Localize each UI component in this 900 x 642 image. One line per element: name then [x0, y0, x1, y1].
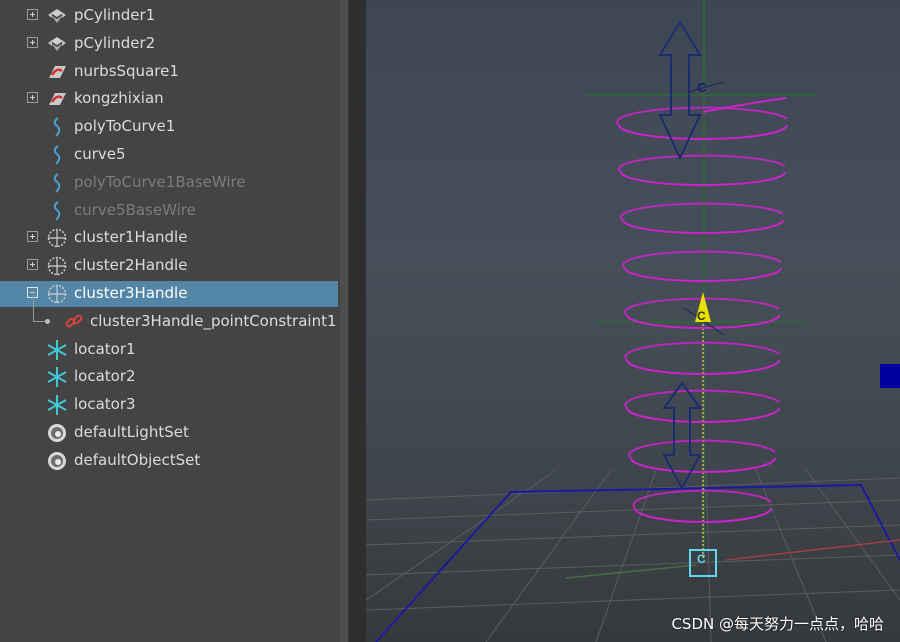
helix-loop-front [624, 267, 782, 282]
outliner-item-label: polyToCurve1BaseWire [74, 172, 246, 191]
cluster-icon [46, 283, 68, 305]
outliner-item[interactable]: nurbsSquare1 [0, 59, 338, 85]
outliner-item[interactable]: pCylinder2 [0, 31, 338, 57]
expand-icon[interactable] [27, 9, 38, 20]
cluster1-handle-label[interactable]: C [697, 80, 707, 95]
locator-icon [46, 339, 68, 361]
nurbs-surface-icon [46, 61, 68, 83]
outliner-item[interactable]: locator1 [0, 337, 338, 363]
viewport-3d[interactable]: C C C [366, 0, 900, 642]
watermark: CSDN @每天努力一点点，哈哈 [671, 615, 884, 633]
outliner-item-label: defaultLightSet [74, 423, 189, 441]
cluster2-handle-label[interactable]: C [697, 552, 706, 566]
cluster-icon [46, 255, 68, 277]
expand-icon[interactable] [27, 259, 38, 271]
x-axis-line [725, 539, 900, 561]
helix-loop-front [622, 219, 784, 234]
set-icon [46, 422, 68, 444]
helix-loop-front [618, 124, 788, 140]
cluster-icon [46, 227, 68, 249]
locator-icon [46, 394, 68, 416]
panel-splitter[interactable] [340, 0, 366, 642]
expand-icon[interactable] [27, 92, 38, 104]
outliner-item-label: kongzhixian [74, 89, 164, 108]
outliner-item-label: cluster1Handle [74, 228, 188, 247]
outliner-panel: pCylinder1 pCylinder2 nurbsSquare1 kongzhix… [0, 0, 340, 642]
set-icon [46, 450, 68, 472]
expand-icon[interactable] [27, 36, 38, 48]
outliner-item[interactable]: kongzhixian [0, 86, 338, 112]
outliner-item[interactable]: polyToCurve1 [0, 114, 338, 140]
outliner-item[interactable]: curve5BaseWire [0, 198, 338, 224]
constraint-link-icon [63, 311, 85, 333]
hierarchy-connector [45, 319, 50, 324]
helix-loop-front [620, 171, 786, 186]
outliner-scrollbar[interactable] [340, 0, 348, 642]
outliner-item[interactable]: defaultLightSet [0, 420, 338, 446]
helix-loop-back [617, 154, 786, 173]
helix-loop-front [634, 507, 772, 523]
curve-icon [46, 172, 68, 194]
mesh-icon [46, 5, 68, 27]
curve-icon [46, 116, 68, 138]
helix-loop-back [624, 389, 780, 409]
outliner-item[interactable]: curve5 [0, 142, 338, 168]
outliner-item[interactable]: cluster2Handle [0, 253, 338, 279]
nurbs-surface-icon [46, 88, 68, 110]
outliner-item[interactable]: defaultObjectSet [0, 448, 338, 474]
outliner-item-label: locator1 [74, 339, 136, 358]
outliner-item-label: pCylinder2 [74, 33, 156, 52]
locator-icon [46, 366, 68, 388]
outliner-item[interactable]: locator3 [0, 392, 338, 418]
outliner-item-label: nurbsSquare1 [74, 61, 179, 80]
helix-loop-back [624, 341, 780, 361]
outliner-item-label: locator3 [74, 395, 136, 414]
outliner-item-label: defaultObjectSet [74, 450, 201, 469]
outliner-item-label: cluster3Handle [74, 284, 188, 302]
curve-icon [46, 200, 68, 222]
offscreen-object[interactable] [880, 364, 900, 388]
outliner-item[interactable]: cluster3Handle [0, 281, 338, 307]
helix-loop-back [628, 439, 776, 459]
outliner-item-label: polyToCurve1 [74, 117, 176, 136]
outliner-item[interactable]: cluster3Handle_pointConstraint1 [0, 309, 338, 335]
outliner-item-label: cluster3Handle_pointConstraint1 [90, 311, 337, 330]
outliner-item-label: pCylinder1 [74, 6, 156, 24]
outliner-item-label: curve5 [74, 145, 126, 163]
helix-loop-front [626, 407, 780, 423]
viewport-scene: C C C [366, 0, 900, 642]
helix-loop-back [616, 106, 788, 126]
hierarchy-connector [33, 290, 34, 322]
helix-loop-back [619, 202, 784, 221]
mesh-icon [46, 33, 68, 55]
viewport-toolbar-edge [349, 0, 366, 642]
outliner-item-label: curve5BaseWire [74, 200, 196, 219]
outliner-item[interactable]: cluster1Handle [0, 225, 338, 251]
outliner-item[interactable]: locator2 [0, 364, 338, 390]
outliner-item-label: cluster2Handle [74, 256, 188, 275]
outliner-item[interactable]: pCylinder1 [0, 3, 338, 29]
expand-icon[interactable] [27, 231, 38, 243]
curve-icon [46, 144, 68, 166]
cluster3-handle-label[interactable]: C [697, 309, 706, 323]
helix-loop-front [626, 359, 780, 375]
outliner-item[interactable]: polyToCurve1BaseWire [0, 170, 338, 196]
helix-loop-back [622, 250, 782, 269]
outliner-item-label: locator2 [74, 367, 136, 386]
